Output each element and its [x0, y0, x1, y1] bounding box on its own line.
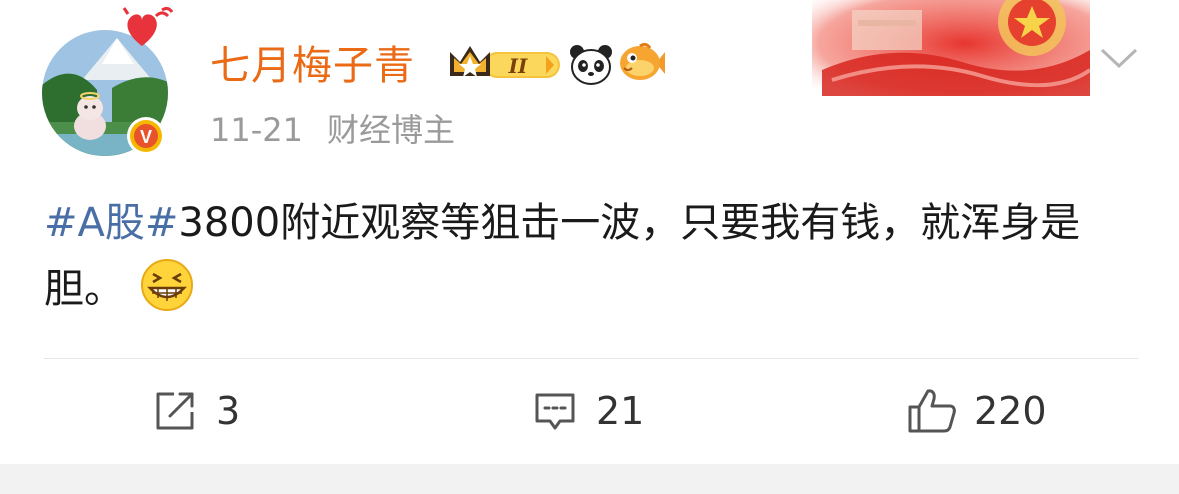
crown-level-badge-icon[interactable]: II [446, 42, 564, 86]
repost-button[interactable]: 3 [152, 380, 240, 442]
bottom-bar [0, 464, 1179, 494]
divider [44, 358, 1138, 359]
user-title: 财经博主 [326, 111, 455, 149]
comment-icon [535, 393, 575, 430]
post-text: 3800附近观察等狙击一波，只要我有钱，就浑身是胆。 [44, 200, 1081, 312]
crown-level-text: II [508, 54, 528, 78]
post-meta: 11-21 财经博主 [210, 108, 455, 152]
repost-icon [156, 392, 194, 430]
comment-button[interactable]: 21 [532, 380, 644, 442]
verified-badge-letter: V [140, 127, 152, 147]
like-count: 220 [974, 389, 1047, 433]
username[interactable]: 七月梅子青 [210, 38, 415, 94]
post-time: 11-21 [210, 111, 303, 149]
topic-link[interactable]: #A股# [44, 200, 178, 246]
weibo-post-card: V 七月梅子青 II 11-21 财经博主 #A股#3800附近观察等狙击一波，… [0, 0, 1179, 494]
post-content: #A股#3800附近观察等狙击一波，只要我有钱，就浑身是胆。 [44, 190, 1144, 322]
like-button[interactable]: 220 [906, 380, 1047, 442]
repost-count: 3 [216, 389, 241, 433]
panda-icon[interactable] [568, 42, 614, 86]
heart-decoration-icon [122, 6, 174, 46]
header-decoration-image [812, 0, 1090, 96]
fish-icon[interactable] [618, 40, 666, 86]
comment-count: 21 [596, 389, 645, 433]
verified-badge-icon: V [127, 117, 165, 155]
chevron-down-icon[interactable] [1098, 40, 1140, 74]
thumbs-up-icon [908, 389, 956, 433]
grin-emoji-icon [141, 259, 193, 311]
